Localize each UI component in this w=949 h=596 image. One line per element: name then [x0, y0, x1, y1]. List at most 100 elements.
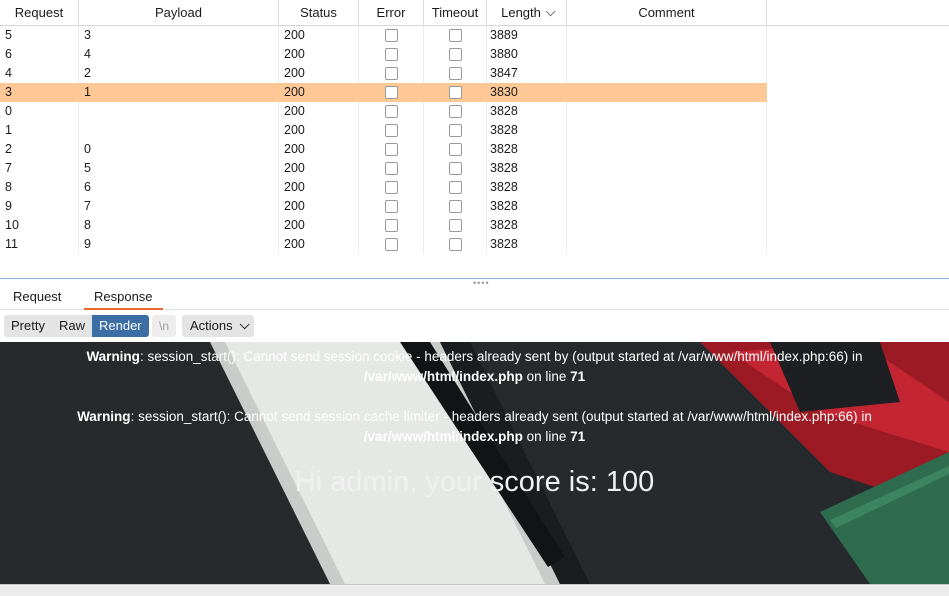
- cell-request: 6: [5, 47, 12, 61]
- error-checkbox: [385, 238, 398, 251]
- cell-payload: 1: [84, 85, 91, 99]
- cell-request: 1: [5, 123, 12, 137]
- table-header: Request Payload Status Error Timeout Len…: [0, 0, 949, 26]
- warning-label: Warning: [77, 409, 131, 424]
- cell-status: 200: [284, 28, 305, 42]
- timeout-checkbox: [449, 238, 462, 251]
- cell-request: 3: [5, 85, 12, 99]
- cell-length: 3889: [490, 28, 518, 42]
- cell-length: 3830: [490, 85, 518, 99]
- cell-length: 3828: [490, 237, 518, 251]
- table-row[interactable]: 5 3 200 3889: [0, 26, 767, 45]
- error-checkbox: [385, 181, 398, 194]
- message-tabs: Request Response: [0, 284, 949, 310]
- cell-request: 2: [5, 142, 12, 156]
- cell-payload: 8: [84, 218, 91, 232]
- cell-status: 200: [284, 123, 305, 137]
- table-row[interactable]: 10 8 200 3828: [0, 216, 767, 235]
- cell-request: 4: [5, 66, 12, 80]
- cell-payload: 9: [84, 237, 91, 251]
- warning-file: /var/www/html/index.php: [363, 429, 523, 444]
- cell-length: 3828: [490, 104, 518, 118]
- render-button[interactable]: Render: [91, 315, 149, 337]
- cell-status: 200: [284, 218, 305, 232]
- warning-line-number: 71: [570, 429, 586, 444]
- error-checkbox: [385, 124, 398, 137]
- cell-length: 3828: [490, 199, 518, 213]
- column-header-payload[interactable]: Payload: [79, 0, 279, 26]
- cell-length: 3828: [490, 142, 518, 156]
- table-row[interactable]: 3 1 200 3830: [0, 83, 767, 102]
- column-header-request[interactable]: Request: [0, 0, 79, 26]
- column-header-timeout[interactable]: Timeout: [424, 0, 487, 26]
- table-row[interactable]: 2 0 200 3828: [0, 140, 767, 159]
- tab-response[interactable]: Response: [84, 284, 163, 310]
- cell-payload: 5: [84, 161, 91, 175]
- tab-request[interactable]: Request: [3, 284, 71, 310]
- timeout-checkbox: [449, 105, 462, 118]
- php-warning-1: Warning: session_start(): Cannot send se…: [0, 347, 949, 387]
- table-row[interactable]: 8 6 200 3828: [0, 178, 767, 197]
- error-checkbox: [385, 219, 398, 232]
- status-strip: [0, 584, 949, 596]
- table-row[interactable]: 4 2 200 3847: [0, 64, 767, 83]
- cell-payload: 3: [84, 28, 91, 42]
- error-checkbox: [385, 162, 398, 175]
- cell-request: 11: [5, 237, 18, 251]
- results-table: Request Payload Status Error Timeout Len…: [0, 0, 949, 278]
- table-row[interactable]: 9 7 200 3828: [0, 197, 767, 216]
- table-row[interactable]: 7 5 200 3828: [0, 159, 767, 178]
- timeout-checkbox: [449, 124, 462, 137]
- cell-status: 200: [284, 104, 305, 118]
- warning-on-line: on line: [526, 429, 567, 444]
- response-toolbar: Pretty Raw Render \n Actions: [0, 310, 949, 342]
- warning-text: : session_start(): Cannot send session c…: [139, 349, 863, 364]
- cell-payload: 6: [84, 180, 91, 194]
- timeout-checkbox: [449, 29, 462, 42]
- cell-payload: 4: [84, 47, 91, 61]
- warning-on-line: on line: [526, 369, 567, 384]
- cell-status: 200: [284, 142, 305, 156]
- error-checkbox: [385, 105, 398, 118]
- cell-length: 3828: [490, 180, 518, 194]
- cell-status: 200: [284, 161, 305, 175]
- pretty-button[interactable]: Pretty: [4, 315, 52, 337]
- cell-length: 3828: [490, 161, 518, 175]
- column-header-error[interactable]: Error: [359, 0, 424, 26]
- cell-length: 3847: [490, 66, 518, 80]
- table-row[interactable]: 0 200 3828: [0, 102, 767, 121]
- column-header-length[interactable]: Length: [487, 0, 567, 26]
- rendered-response: Warning : session_start(): Cannot send se…: [0, 342, 949, 584]
- timeout-checkbox: [449, 219, 462, 232]
- timeout-checkbox: [449, 181, 462, 194]
- timeout-checkbox: [449, 48, 462, 61]
- cell-request: 5: [5, 28, 12, 42]
- column-header-status[interactable]: Status: [279, 0, 359, 26]
- greeting-heading: Hi admin, your score is: 100: [294, 466, 655, 498]
- timeout-checkbox: [449, 86, 462, 99]
- timeout-checkbox: [449, 162, 462, 175]
- cell-length: 3828: [490, 123, 518, 137]
- php-warning-2: Warning: session_start(): Cannot send se…: [0, 407, 949, 447]
- actions-dropdown[interactable]: Actions: [182, 315, 254, 337]
- cell-status: 200: [284, 66, 305, 80]
- column-header-comment[interactable]: Comment: [567, 0, 767, 26]
- cell-request: 10: [5, 218, 19, 232]
- table-body: 5 3 200 3889 6 4 200 3880 4 2 200 3847 3 1 200 3830 0 200…: [0, 26, 767, 254]
- chevron-down-icon: [239, 319, 250, 330]
- table-row[interactable]: 1 200 3828: [0, 121, 767, 140]
- cell-request: 7: [5, 161, 12, 175]
- newline-toggle-button[interactable]: \n: [152, 315, 176, 337]
- raw-button[interactable]: Raw: [51, 315, 92, 337]
- table-row[interactable]: 11 9 200 3828: [0, 235, 767, 254]
- cell-payload: 0: [84, 142, 91, 156]
- table-row[interactable]: 6 4 200 3880: [0, 45, 767, 64]
- warning-file: /var/www/html/index.php: [363, 369, 523, 384]
- cell-status: 200: [284, 180, 305, 194]
- error-checkbox: [385, 143, 398, 156]
- view-mode-group: Pretty Raw Render: [4, 315, 149, 337]
- cell-payload: 2: [84, 66, 91, 80]
- warning-line-number: 71: [570, 369, 586, 384]
- timeout-checkbox: [449, 67, 462, 80]
- cell-length: 3828: [490, 218, 518, 232]
